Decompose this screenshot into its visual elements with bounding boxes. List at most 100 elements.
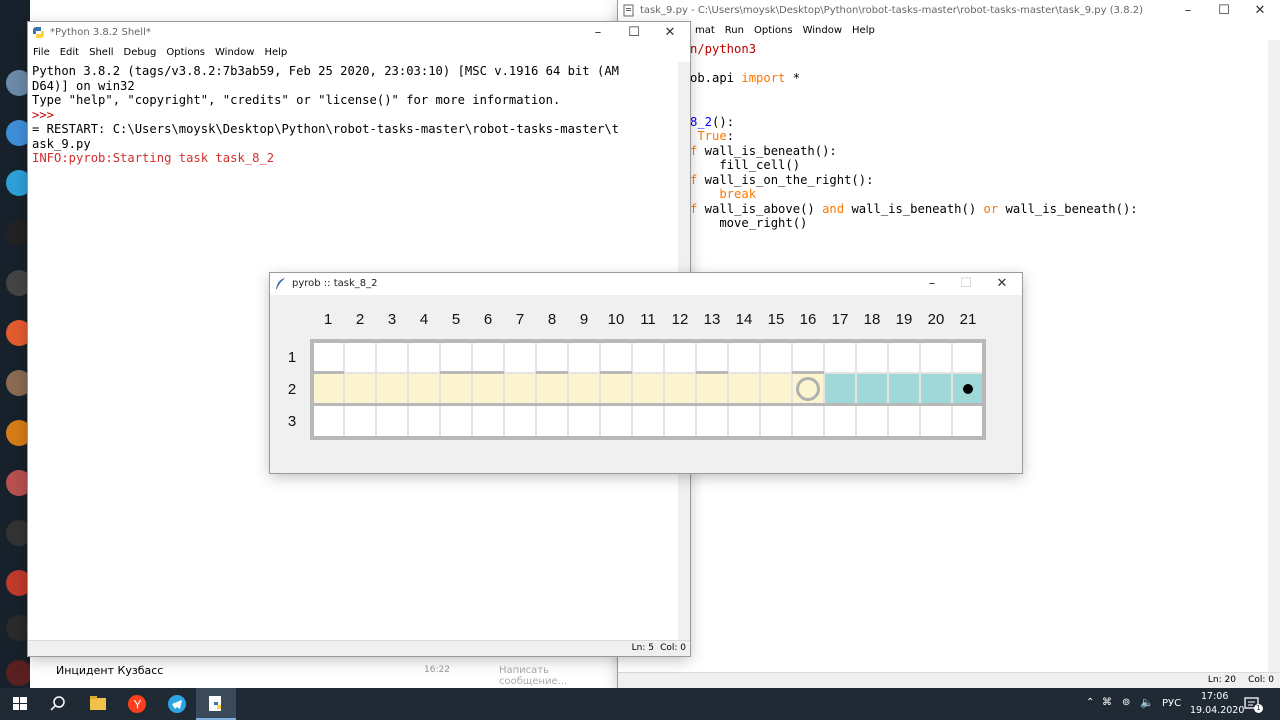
language-indicator[interactable]: РУС [1162, 698, 1181, 709]
grid-cell [920, 405, 952, 437]
shell-output[interactable]: Python 3.8.2 (tags/v3.8.2:7b3ab59, Feb 2… [32, 64, 676, 166]
wall-beneath [312, 403, 984, 406]
column-number: 19 [895, 311, 913, 328]
shell-title: *Python 3.8.2 Shell* [50, 27, 151, 38]
grid-cell [376, 341, 408, 373]
close-button[interactable]: ✕ [1242, 0, 1278, 22]
message-input[interactable]: Написать сообщение... [499, 665, 620, 687]
grid-cell [408, 405, 440, 437]
menu-help[interactable]: Help [259, 44, 292, 58]
close-button[interactable]: ✕ [984, 273, 1020, 295]
menu-help[interactable]: Help [847, 22, 880, 36]
menu-window[interactable]: Window [798, 22, 847, 36]
grid-cell [312, 405, 344, 437]
editor-titlebar[interactable]: task_9.py - C:\Users\moysk\Desktop\Pytho… [618, 0, 1280, 22]
grid-cell [472, 405, 504, 437]
taskbar-yandex[interactable]: Y [117, 688, 157, 720]
menu-format[interactable]: mat [690, 22, 720, 36]
grid-cell [824, 341, 856, 373]
telegram-icon [168, 695, 186, 713]
chat-channel-name[interactable]: Инцидент Кузбасс [56, 664, 163, 677]
editor-line-number: Ln: 20 [1207, 675, 1236, 685]
code-line: ob.api import * [690, 71, 1270, 86]
windows-icon [13, 697, 27, 710]
notification-button[interactable]: 1 [1242, 694, 1263, 714]
taskbar-python-idle[interactable] [196, 688, 236, 720]
code-editor[interactable]: n/python3 ob.api import * 8_2(): True: f wa… [690, 42, 1270, 231]
wall-above [536, 371, 568, 374]
grid-cell [600, 405, 632, 437]
grid-cell [856, 405, 888, 437]
robot-titlebar[interactable]: pyrob :: task_8_2 – ☐ ✕ [270, 273, 1022, 295]
grid-cell [856, 341, 888, 373]
menu-edit[interactable]: Edit [55, 44, 84, 58]
background-app-sidebar [0, 0, 32, 690]
grid-cell [504, 373, 536, 405]
column-number: 7 [515, 311, 525, 328]
minimize-button[interactable]: – [1170, 0, 1206, 22]
code-token: move_right() [690, 216, 808, 230]
column-number: 9 [579, 311, 589, 328]
tray-chevron-icon[interactable]: ⌃ [1086, 697, 1094, 708]
shell-titlebar[interactable]: *Python 3.8.2 Shell* – ☐ ✕ [28, 22, 690, 44]
menu-file[interactable]: File [28, 44, 55, 58]
tray-volume-icon[interactable]: 🔈 [1140, 696, 1154, 709]
shell-line: INFO:pyrob:Starting task task_8_2 [32, 151, 275, 165]
editor-scrollbar[interactable] [1268, 40, 1280, 673]
column-number: 13 [703, 311, 721, 328]
grid-cell [376, 405, 408, 437]
folder-icon [90, 696, 106, 710]
python-idle-icon [209, 696, 221, 711]
taskbar-explorer[interactable] [78, 688, 118, 720]
menu-options[interactable]: Options [161, 44, 210, 58]
clock-time[interactable]: 17:06 [1201, 691, 1228, 702]
grid-cell [792, 405, 824, 437]
shell-col-number: Col: 0 [660, 643, 686, 653]
column-number: 21 [959, 311, 977, 328]
column-number: 20 [927, 311, 945, 328]
grid-cell [760, 405, 792, 437]
grid-cell [312, 373, 344, 405]
search-button[interactable] [38, 688, 78, 720]
robot-window[interactable]: pyrob :: task_8_2 – ☐ ✕ 1 2 3 4 5 6 7 8 9 10 11 12 1… [270, 273, 1022, 473]
start-button[interactable] [0, 688, 40, 720]
grid-cell [440, 373, 472, 405]
grid-cell [632, 341, 664, 373]
tray-wifi-icon[interactable]: ⊚ [1122, 697, 1130, 708]
grid-cell [568, 405, 600, 437]
menu-shell[interactable]: Shell [84, 44, 118, 58]
wall-above [792, 371, 824, 374]
wall-above [600, 371, 632, 374]
grid-cell [440, 341, 472, 373]
grid-cell [888, 405, 920, 437]
taskbar-telegram[interactable] [157, 688, 197, 720]
menu-run[interactable]: Run [720, 22, 749, 36]
grid-cell [824, 373, 856, 405]
chat-avatar-icon[interactable] [6, 660, 32, 686]
menu-debug[interactable]: Debug [119, 44, 162, 58]
minimize-button[interactable]: – [580, 22, 616, 44]
tray-network-icon[interactable]: ⌘ [1102, 697, 1112, 708]
code-token: wall_is_above() [697, 201, 823, 216]
code-token: and [822, 201, 845, 216]
grid-cell [792, 341, 824, 373]
grid-cell [952, 341, 984, 373]
shell-line: = RESTART: C:\Users\moysk\Desktop\Python… [32, 122, 619, 136]
code-token: break [690, 187, 757, 201]
chat-bar: Инцидент Кузбасс 16:22 Написать сообщени… [30, 656, 620, 688]
column-number: 3 [387, 311, 397, 328]
grid-cell [728, 341, 760, 373]
minimize-button[interactable]: – [914, 273, 950, 295]
close-button[interactable]: ✕ [652, 22, 688, 44]
wall-above [312, 371, 344, 374]
menu-options[interactable]: Options [749, 22, 798, 36]
grid-cell [920, 341, 952, 373]
shell-statusbar: Ln: 5 Col: 0 [28, 640, 690, 656]
maximize-button[interactable]: ☐ [1206, 0, 1242, 22]
maximize-button[interactable]: ☐ [616, 22, 652, 44]
grid-cell [664, 341, 696, 373]
menu-window[interactable]: Window [210, 44, 259, 58]
clock-date[interactable]: 19.04.2020 [1190, 705, 1244, 716]
